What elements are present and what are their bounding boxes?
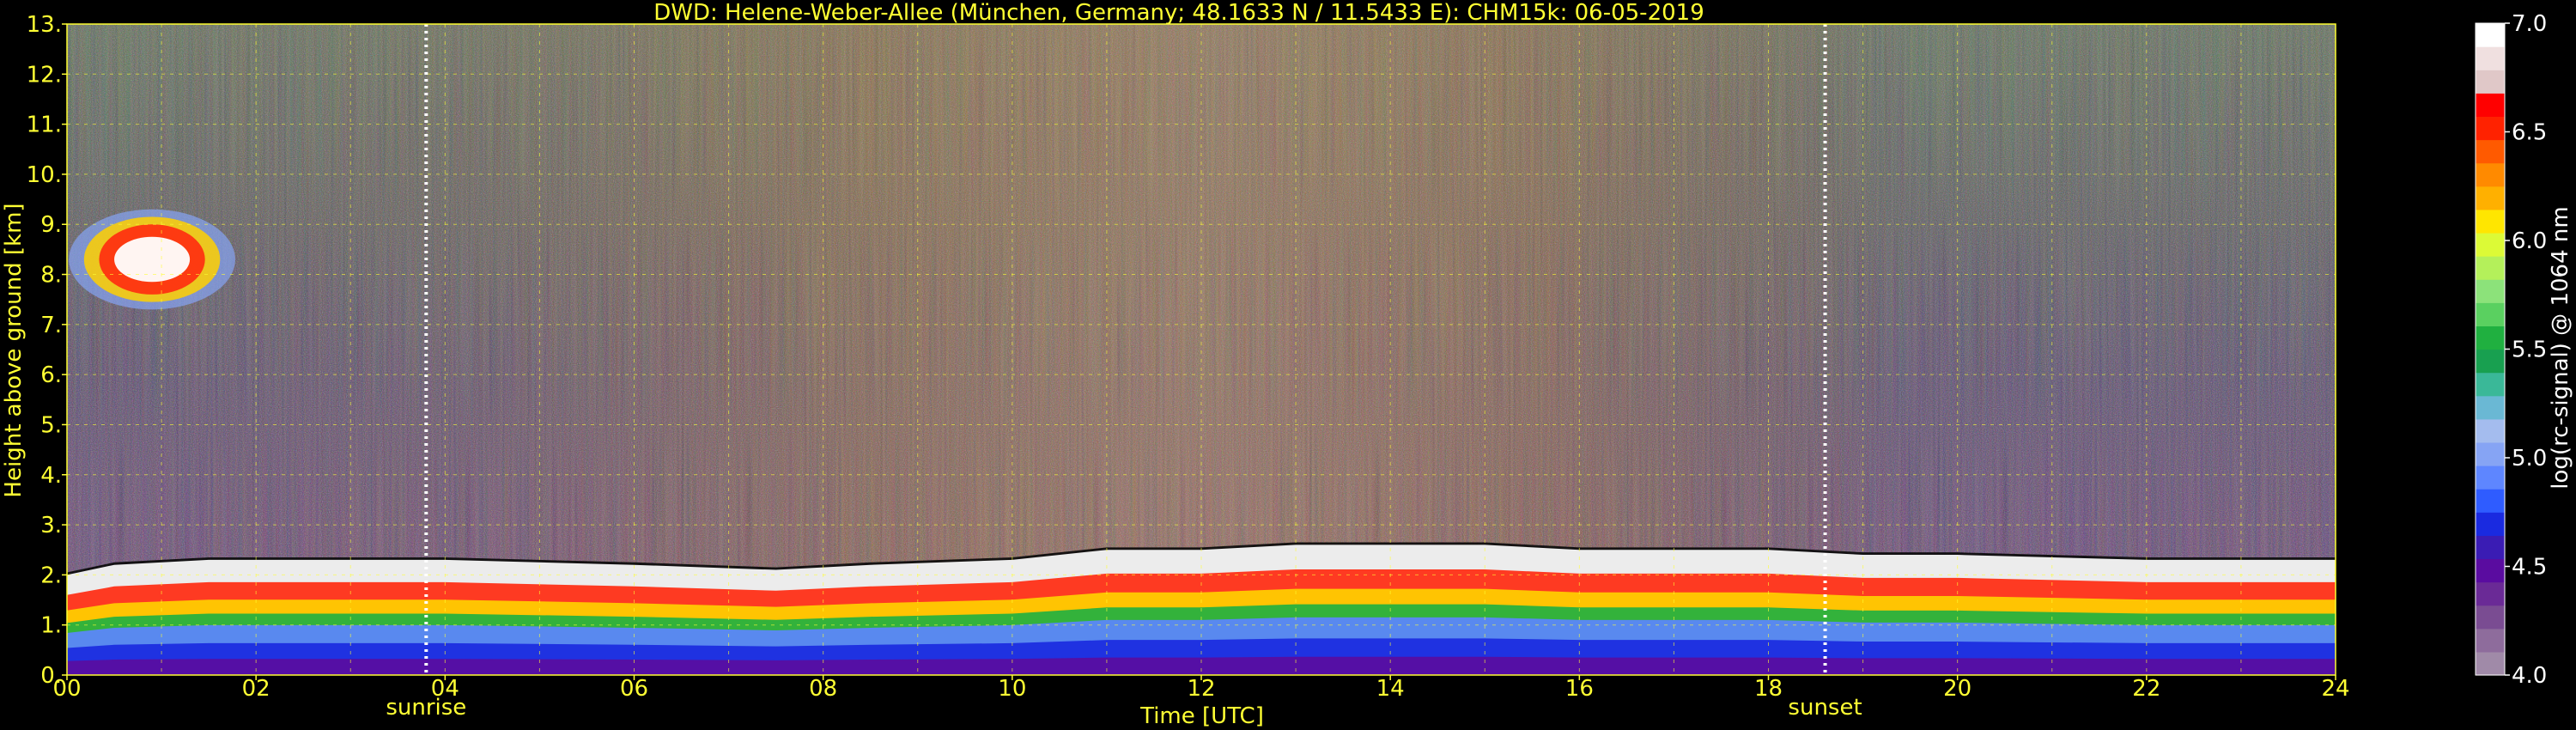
colorbar-swatch [2476,46,2505,70]
y-tick-label: 13. [27,12,62,38]
colorbar-swatch [2476,489,2505,513]
y-tick-label: 11. [27,113,62,138]
colorbar-swatch [2476,441,2505,466]
x-tick-label: 08 [809,676,837,702]
colorbar-tick-label: 6.5 [2512,120,2547,146]
y-tick-label: 0. [40,663,62,689]
colorbar-swatch [2476,372,2505,397]
colorbar-swatch [2476,349,2505,374]
colorbar-tick-label: 6.0 [2512,228,2547,254]
x-tick-label: 24 [2321,676,2349,702]
y-tick-label: 1. [40,613,62,639]
colorbar-swatch [2476,186,2505,210]
y-tick-label: 6. [40,362,62,388]
colorbar-tick-label: 5.0 [2512,446,2547,471]
colorbar-swatch [2476,279,2505,303]
colorbar-swatch [2476,162,2505,187]
colorbar-swatch [2476,256,2505,280]
colorbar-swatch [2476,628,2505,653]
x-tick-label: 14 [1376,676,1405,702]
sun-annotations: sunrise sunset [386,695,1862,721]
y-tick-label: 7. [40,313,62,338]
colorbar-swatch [2476,581,2505,606]
x-tick-label: 02 [242,676,270,702]
y-tick-label: 12. [27,62,62,88]
colorbar-label: log(rc-signal) @ 1064 nm [2548,206,2573,489]
colorbar-swatch [2476,651,2505,676]
y-axis-ticks: 0. 1. 2. 3. 4. 5. 6. 7. 8. 9. 10. 11. 12. 13. [27,12,67,689]
y-axis-label: Height above ground [km] [1,203,27,497]
colorbar-swatch [2476,23,2505,47]
colorbar-tick-label: 5.5 [2512,338,2547,363]
colorbar-swatch [2476,139,2505,164]
colorbar-swatch [2476,93,2505,118]
chart-title: DWD: Helene-Weber-Allee (München, German… [653,0,1704,26]
pbl-violet-band [67,656,2336,675]
y-tick-label: 2. [40,563,62,588]
x-tick-label: 20 [1943,676,1971,702]
x-tick-label: 10 [998,676,1026,702]
sunrise-label: sunrise [386,695,466,721]
colorbar-swatch [2476,395,2505,420]
plot-area [67,24,2336,675]
colorbar-tick-label: 4.5 [2512,555,2547,581]
colorbar-swatch [2476,558,2505,583]
colorbar-swatch [2476,232,2505,257]
lidar-chart: DWD: Helene-Weber-Allee (München, German… [1,0,2573,729]
x-axis-label: Time [UTC] [1139,703,1264,729]
x-tick-label: 12 [1187,676,1215,702]
cirrus-layer [114,236,191,283]
colorbar: 4.0 4.5 5.0 5.5 6.0 6.5 7.0 log(rc-signal) @ 1… [2475,11,2573,689]
y-tick-label: 3. [40,513,62,538]
x-tick-label: 06 [620,676,648,702]
colorbar-swatch [2476,325,2505,350]
x-tick-label: 18 [1754,676,1783,702]
y-tick-label: 9. [40,212,62,238]
y-tick-label: 5. [40,412,62,438]
colorbar-swatch [2476,70,2505,94]
x-tick-label: 22 [2132,676,2160,702]
colorbar-swatch [2476,465,2505,490]
y-tick-label: 10. [27,162,62,188]
colorbar-swatch [2476,418,2505,443]
colorbar-swatch [2476,302,2505,326]
colorbar-swatch [2476,535,2505,560]
colorbar-tick-label: 4.0 [2512,663,2547,689]
colorbar-swatch [2476,605,2505,630]
x-tick-label: 16 [1565,676,1594,702]
y-tick-label: 8. [40,263,62,289]
y-tick-label: 4. [40,463,62,489]
colorbar-tick-label: 7.0 [2512,11,2547,37]
sunset-label: sunset [1788,695,1862,721]
colorbar-swatch [2476,116,2505,141]
colorbar-swatch [2476,209,2505,234]
colorbar-swatch [2476,512,2505,536]
